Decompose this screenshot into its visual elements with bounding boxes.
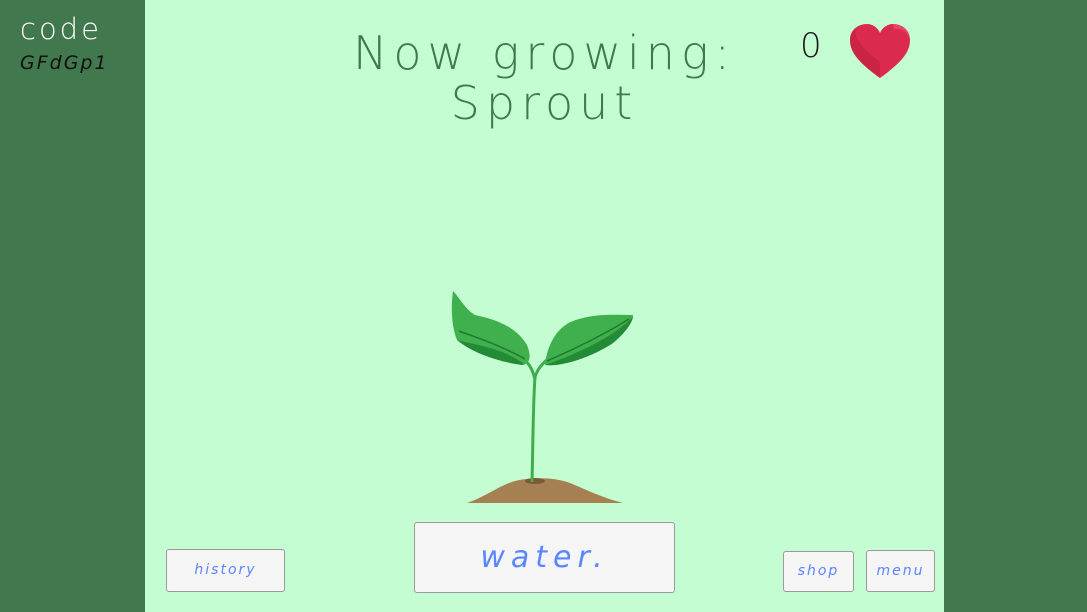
garden-stage: Now growing: Sprout 0 history water. sho…	[145, 0, 944, 612]
water-button[interactable]: water.	[414, 522, 675, 593]
code-label: code	[20, 12, 102, 46]
hearts-count: 0	[800, 26, 822, 66]
right-sidebar	[944, 0, 1087, 612]
page-title: Now growing: Sprout	[145, 28, 944, 128]
heart-icon	[850, 24, 910, 78]
shop-button[interactable]: shop	[783, 551, 854, 592]
title-now-growing: Now growing:	[352, 26, 737, 80]
menu-button[interactable]: menu	[866, 550, 935, 592]
left-sidebar: code GFdGp1	[0, 0, 145, 612]
sprout-icon	[451, 291, 633, 503]
code-value: GFdGp1	[20, 52, 109, 74]
title-plant-name: Sprout	[450, 76, 639, 130]
history-button[interactable]: history	[166, 549, 285, 592]
